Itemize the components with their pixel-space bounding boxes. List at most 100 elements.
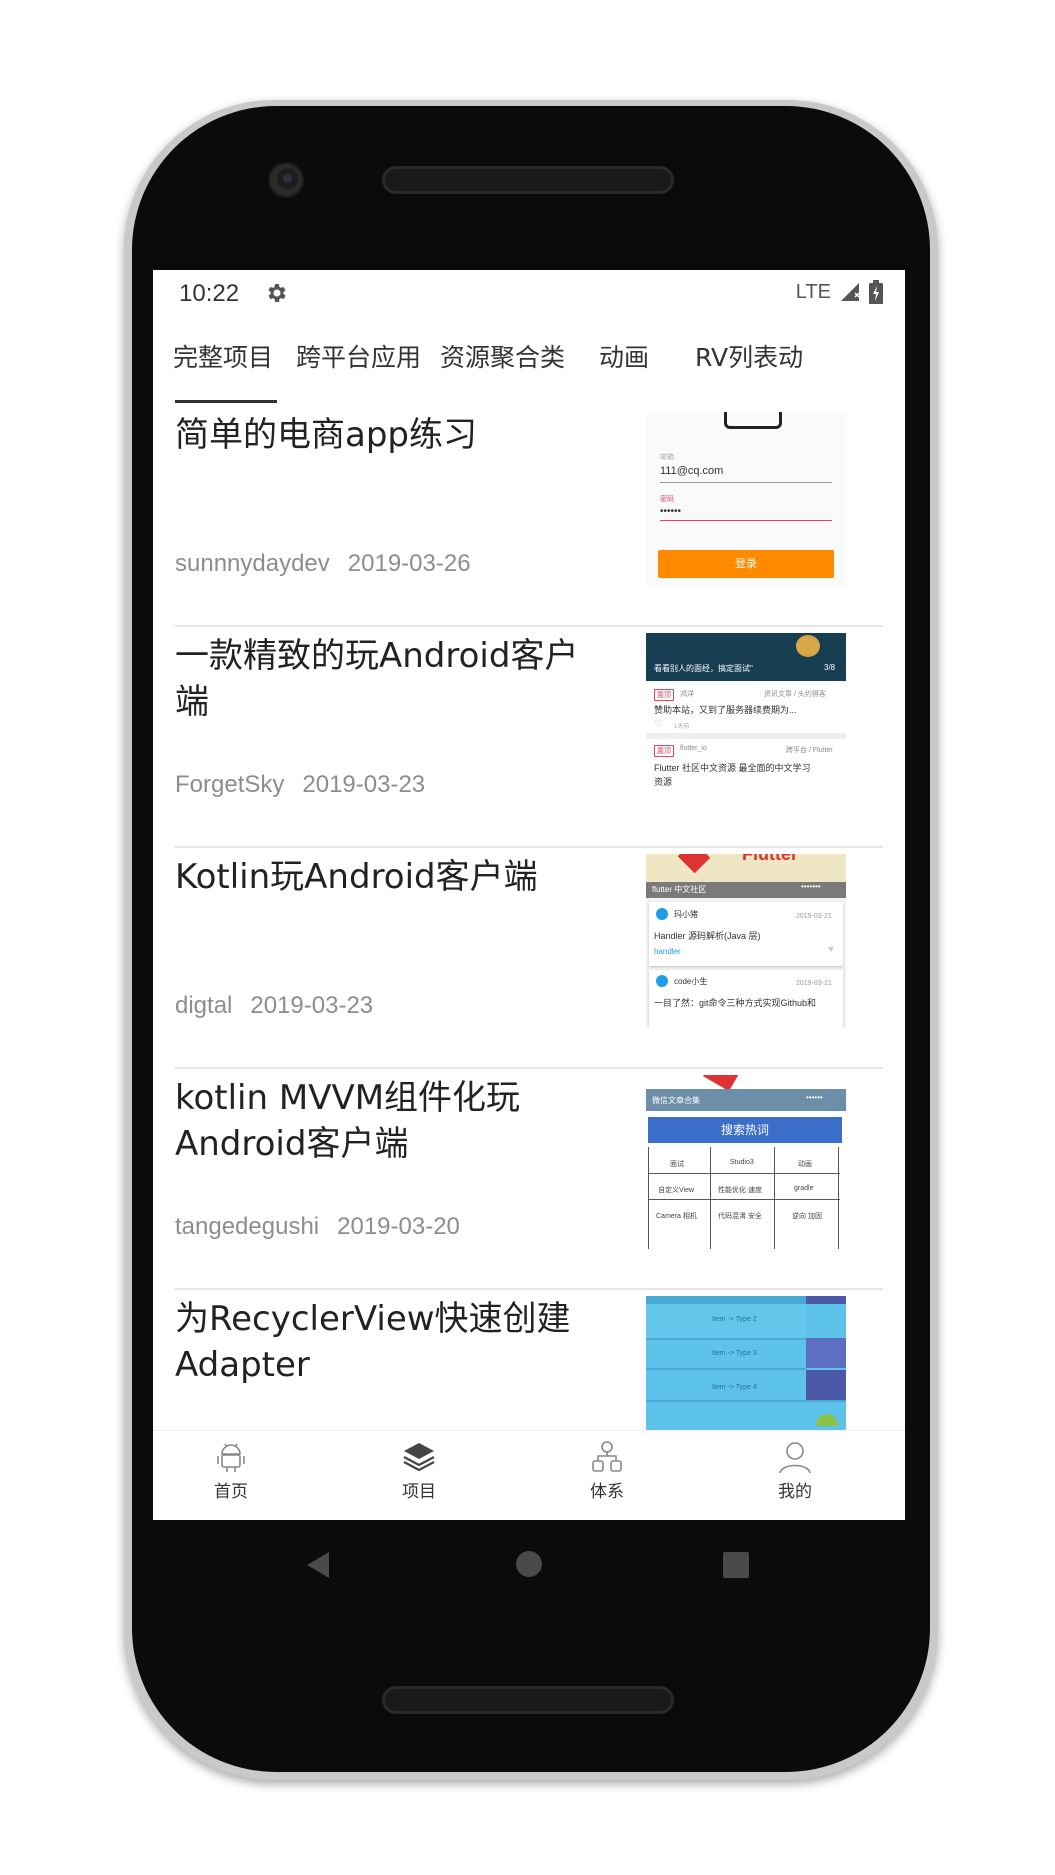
grid-line bbox=[838, 1147, 839, 1249]
thumb-band bbox=[806, 1370, 846, 1400]
item-author: digtal bbox=[175, 992, 233, 1019]
thumb-text: Item -> Type 2 bbox=[712, 1316, 757, 1323]
item-title: 一款精致的玩Android客户端 bbox=[175, 636, 579, 722]
item-thumbnail: 看看别人的面经，搞定面试" 3/8 置顶 鸿洋 资讯文章 / 头约得客 赞助本站… bbox=[646, 633, 846, 807]
item-date: 2019-03-23 bbox=[250, 992, 374, 1019]
app-screen: 10:22 LTE 完整项目 跨平台应用 资源聚合类 动画 RV列表动 简单的电… bbox=[153, 270, 905, 1520]
item-thumbnail: Flutter flutter 中文社区 ••••••• 玛小猪 2019-03… bbox=[646, 854, 846, 1028]
thumb-banner-art bbox=[796, 635, 820, 657]
thumb-text: 资源 bbox=[654, 777, 673, 787]
thumb-label: 邮箱 bbox=[660, 454, 674, 461]
thumb-text: Handler 源码解析(Java 层) bbox=[654, 931, 761, 941]
hierarchy-icon bbox=[592, 1441, 622, 1472]
thumb-text: 看看别人的面经，搞定面试" bbox=[654, 664, 753, 673]
tab-rv-list[interactable]: RV列表动 bbox=[695, 338, 803, 374]
item-date: 2019-03-20 bbox=[337, 1213, 460, 1240]
thumb-grid-cell: 面试 bbox=[670, 1161, 684, 1168]
thumb-text: Item -> Type 4 bbox=[712, 1384, 757, 1391]
thumb-text: 鸿洋 bbox=[680, 691, 694, 698]
thumb-grid-cell: 性能优化 速度 bbox=[718, 1187, 762, 1194]
back-icon[interactable] bbox=[305, 1550, 331, 1580]
nav-label: 项目 bbox=[402, 1482, 436, 1502]
thumb-text: 资讯文章 / 头约得客 bbox=[764, 691, 826, 698]
thumb-text: flutter_io bbox=[680, 745, 707, 752]
tab-complete-projects[interactable]: 完整项目 bbox=[173, 338, 273, 374]
thumb-text: flutter 中文社区 bbox=[652, 885, 707, 894]
thumb-underline bbox=[660, 482, 832, 483]
heart-icon: ♥ bbox=[828, 944, 834, 955]
grid-line bbox=[648, 1173, 840, 1174]
thumb-grid-cell: Camera 相机 bbox=[656, 1213, 697, 1220]
category-tabs: 完整项目 跨平台应用 资源聚合类 动画 RV列表动 bbox=[153, 316, 905, 406]
item-author: sunnnydaydev bbox=[175, 550, 330, 577]
person-icon bbox=[779, 1442, 811, 1474]
thumb-band bbox=[646, 1368, 806, 1370]
android-icon bbox=[217, 1443, 245, 1472]
grid-line bbox=[774, 1147, 775, 1249]
thumb-band bbox=[646, 1400, 846, 1402]
item-title: 简单的电商app练习 bbox=[175, 415, 477, 455]
nav-home[interactable]: 首页 bbox=[171, 1439, 291, 1502]
list-item[interactable]: Kotlin玩Android客户端 digtal 2019-03-23 Flutt… bbox=[153, 848, 905, 1069]
nav-projects[interactable]: 项目 bbox=[359, 1439, 479, 1502]
thumb-tag: 置顶 bbox=[654, 745, 674, 757]
thumb-band bbox=[806, 1338, 846, 1368]
tab-indicator bbox=[175, 400, 277, 403]
thumb-text: 微信文章合集 bbox=[652, 1096, 700, 1105]
thumb-band bbox=[646, 1338, 806, 1340]
tab-cross-platform[interactable]: 跨平台应用 bbox=[296, 338, 421, 374]
item-meta: sunnnydaydev 2019-03-26 bbox=[175, 550, 471, 578]
avatar bbox=[656, 908, 668, 920]
nav-system[interactable]: 体系 bbox=[547, 1439, 667, 1502]
item-thumbnail: 邮箱 111@cq.com 密码 •••••• 登录 bbox=[646, 412, 846, 586]
thumb-underline bbox=[660, 520, 832, 521]
thumb-text: 2019-03-21 bbox=[796, 913, 832, 920]
grid-line bbox=[648, 1199, 840, 1200]
item-title: Kotlin玩Android客户端 bbox=[175, 857, 538, 897]
list-item[interactable]: kotlin MVVM组件化玩Android客户端 tangedegushi 20… bbox=[153, 1069, 905, 1290]
list-item[interactable]: 简单的电商app练习 sunnnydaydev 2019-03-26 邮箱 111… bbox=[153, 406, 905, 627]
thumb-text: Flutter bbox=[742, 854, 798, 864]
thumb-grid-cell: gradle bbox=[794, 1185, 814, 1192]
battery-icon bbox=[869, 280, 883, 304]
thumb-text: 玛小猪 bbox=[674, 910, 698, 919]
network-type: LTE bbox=[795, 280, 831, 303]
avatar bbox=[656, 975, 668, 987]
thumb-grid-cell: Studio3 bbox=[730, 1159, 754, 1166]
nav-label: 首页 bbox=[214, 1482, 248, 1502]
thumb-text: 一目了然：git命令三种方式实现Github和 bbox=[654, 998, 817, 1008]
thumb-text: 跨平台 / Flutter bbox=[786, 747, 833, 754]
system-navigation-bar bbox=[153, 1520, 905, 1610]
recents-icon[interactable] bbox=[723, 1552, 749, 1578]
item-thumbnail: 微信文章合集 •••••• 搜索热词 面试 Studio3 动画 自定义View… bbox=[646, 1075, 846, 1249]
item-date: 2019-03-23 bbox=[302, 771, 426, 798]
thumb-button: 搜索热词 bbox=[648, 1117, 842, 1143]
status-time: 10:22 bbox=[179, 280, 240, 307]
thumb-separator bbox=[646, 733, 846, 739]
thumb-logo-shape bbox=[724, 412, 782, 429]
item-author: tangedegushi bbox=[175, 1213, 320, 1240]
thumb-grid-cell: 动画 bbox=[798, 1161, 812, 1168]
thumb-grid-cell: 逆向 加固 bbox=[792, 1213, 822, 1220]
thumb-text: Flutter 社区中文资源 最全面的中文学习 bbox=[654, 763, 811, 773]
thumb-button: 登录 bbox=[658, 550, 834, 578]
tab-resource-aggregation[interactable]: 资源聚合类 bbox=[440, 338, 565, 374]
thumb-text: code小生 bbox=[674, 977, 708, 986]
thumb-text: •••••• bbox=[660, 506, 682, 517]
dots-icon: ••••••• bbox=[801, 882, 821, 891]
thumb-text: 1天前 bbox=[674, 724, 690, 730]
grid-line bbox=[710, 1147, 711, 1249]
thumb-text: 赞助本站，又到了服务器续费期为... bbox=[654, 705, 797, 715]
thumb-text: 2019-03-21 bbox=[796, 980, 832, 987]
status-indicators: LTE bbox=[796, 280, 883, 304]
front-camera bbox=[270, 164, 302, 196]
thumb-text: handler bbox=[654, 947, 681, 956]
tab-animation[interactable]: 动画 bbox=[599, 338, 649, 374]
thumb-label: 密码 bbox=[660, 496, 674, 503]
thumb-text: Item -> Type 3 bbox=[712, 1350, 757, 1357]
nav-label: 体系 bbox=[590, 1482, 624, 1502]
list-item[interactable]: 一款精致的玩Android客户端 ForgetSky 2019-03-23 看看别… bbox=[153, 627, 905, 848]
layers-icon bbox=[403, 1443, 435, 1472]
home-icon[interactable] bbox=[515, 1550, 543, 1578]
nav-mine[interactable]: 我的 bbox=[735, 1439, 855, 1502]
